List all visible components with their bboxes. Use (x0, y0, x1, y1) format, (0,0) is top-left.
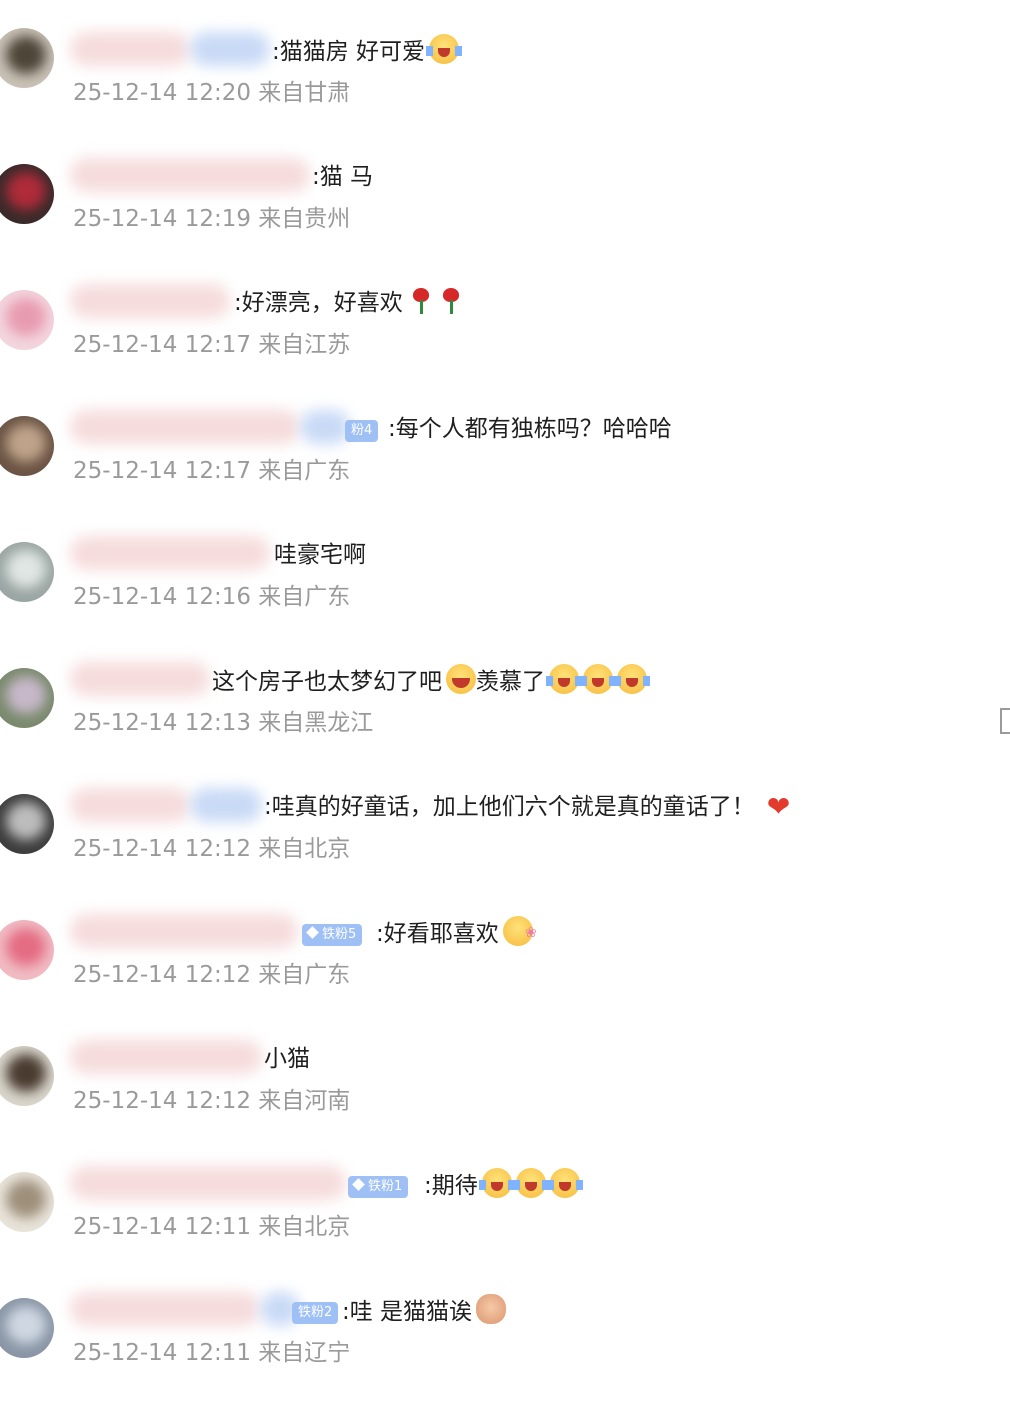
avatar[interactable] (0, 794, 54, 854)
avatar[interactable] (0, 920, 54, 980)
avatar[interactable] (0, 164, 54, 224)
comment-text: :哇 是猫猫诶 (342, 1294, 507, 1329)
comment-text: :好看耶喜欢 (376, 916, 537, 951)
comment-meta: 25-12-14 12:17 来自江苏 (73, 332, 351, 358)
username-blurred[interactable] (70, 1292, 260, 1326)
comment-text: :猫 马 (312, 164, 374, 190)
crying-face-icon (512, 1168, 549, 1198)
comment-text: :好漂亮，好喜欢 (234, 286, 463, 320)
username-blurred[interactable] (190, 788, 262, 822)
rose-icon (409, 286, 433, 316)
comment-meta: 25-12-14 12:13 来自黑龙江 (73, 710, 374, 736)
comment-meta: 25-12-14 12:16 来自广东 (73, 584, 351, 610)
comment-text: :期待 (424, 1168, 583, 1203)
comment-meta: 25-12-14 12:11 来自辽宁 (73, 1340, 351, 1366)
username-blurred[interactable] (70, 410, 300, 444)
crying-face-icon (580, 664, 616, 694)
username-blurred[interactable] (70, 284, 230, 318)
avatar[interactable] (0, 668, 54, 728)
fan-badge[interactable]: 铁粉5 (302, 924, 363, 946)
crying-face-icon (426, 34, 463, 64)
comment-text: :哇真的好童话，加上他们六个就是真的童话了！ ❤ (264, 790, 791, 823)
crying-face-icon (546, 1168, 583, 1198)
crying-face-icon (614, 664, 650, 694)
comment-item[interactable]: :哇真的好童话，加上他们六个就是真的童话了！ ❤ 25-12-14 12:12 来… (0, 788, 1010, 922)
username-blurred[interactable] (70, 32, 190, 66)
username-blurred[interactable] (70, 1166, 346, 1200)
comment-text: 小猫 (264, 1046, 310, 1072)
comment-item[interactable]: 哇豪宅啊 25-12-14 12:16 来自广东 (0, 536, 1010, 670)
avatar[interactable] (0, 1172, 54, 1232)
comment-text: :猫猫房 好可爱 (272, 34, 463, 69)
comment-meta: 25-12-14 12:20 来自甘肃 (73, 80, 351, 106)
comment-meta: 25-12-14 12:17 来自广东 (73, 458, 351, 484)
laughing-crying-icon (446, 664, 476, 694)
comment-meta: 25-12-14 12:12 来自河南 (73, 1088, 351, 1114)
comment-text: :每个人都有独栋吗？哈哈哈 (388, 416, 672, 442)
fan-badge[interactable]: 粉4 (345, 420, 379, 442)
paw-icon (476, 1294, 507, 1324)
scroll-edge-marker (1000, 708, 1010, 734)
comment-meta: 25-12-14 12:12 来自北京 (73, 836, 351, 862)
comment-text: 哇豪宅啊 (274, 542, 366, 568)
comment-item[interactable]: :猫猫房 好可爱 25-12-14 12:20 来自甘肃 (0, 28, 1010, 166)
comment-item[interactable]: 小猫 25-12-14 12:12 来自河南 (0, 1040, 1010, 1174)
avatar[interactable] (0, 28, 54, 88)
username-blurred[interactable] (70, 1040, 262, 1074)
flower-face-icon (502, 916, 537, 950)
fan-badge[interactable]: 铁粉2 (292, 1302, 339, 1324)
fan-badge[interactable]: 铁粉1 (348, 1176, 409, 1198)
comment-item[interactable]: :猫 马 25-12-14 12:19 来自贵州 (0, 158, 1010, 292)
heart-icon: ❤ (766, 790, 791, 823)
comment-meta: 25-12-14 12:11 来自北京 (73, 1214, 351, 1240)
comment-text: 这个房子也太梦幻了吧 羡慕了 (212, 664, 650, 699)
comment-item[interactable]: 铁粉5 :好看耶喜欢 25-12-14 12:12 来自广东 (0, 914, 1010, 1048)
username-blurred[interactable] (70, 158, 310, 192)
comment-meta: 25-12-14 12:12 来自广东 (73, 962, 351, 988)
comment-meta: 25-12-14 12:19 来自贵州 (73, 206, 351, 232)
avatar[interactable] (0, 1298, 54, 1358)
avatar[interactable] (0, 416, 54, 476)
comment-item[interactable]: :好漂亮，好喜欢 25-12-14 12:17 来自江苏 (0, 284, 1010, 418)
avatar[interactable] (0, 290, 54, 350)
avatar[interactable] (0, 542, 54, 602)
username-blurred[interactable] (190, 32, 270, 66)
username-blurred[interactable] (70, 662, 210, 696)
crying-face-icon (478, 1168, 515, 1198)
comment-item[interactable]: 粉4 :每个人都有独栋吗？哈哈哈 25-12-14 12:17 来自广东 (0, 410, 1010, 544)
crying-face-icon (546, 664, 582, 694)
username-blurred[interactable] (300, 410, 350, 444)
username-blurred[interactable] (70, 788, 190, 822)
comment-item[interactable]: 这个房子也太梦幻了吧 羡慕了 25-12-14 12:13 来自黑龙江 (0, 662, 1010, 796)
comment-item[interactable]: 铁粉2 :哇 是猫猫诶 25-12-14 12:11 来自辽宁 (0, 1292, 1010, 1426)
username-blurred[interactable] (70, 536, 270, 570)
avatar[interactable] (0, 1046, 54, 1106)
comment-item[interactable]: 铁粉1 :期待 25-12-14 12:11 来自北京 (0, 1166, 1010, 1300)
username-blurred[interactable] (70, 914, 298, 948)
rose-icon (439, 286, 463, 316)
